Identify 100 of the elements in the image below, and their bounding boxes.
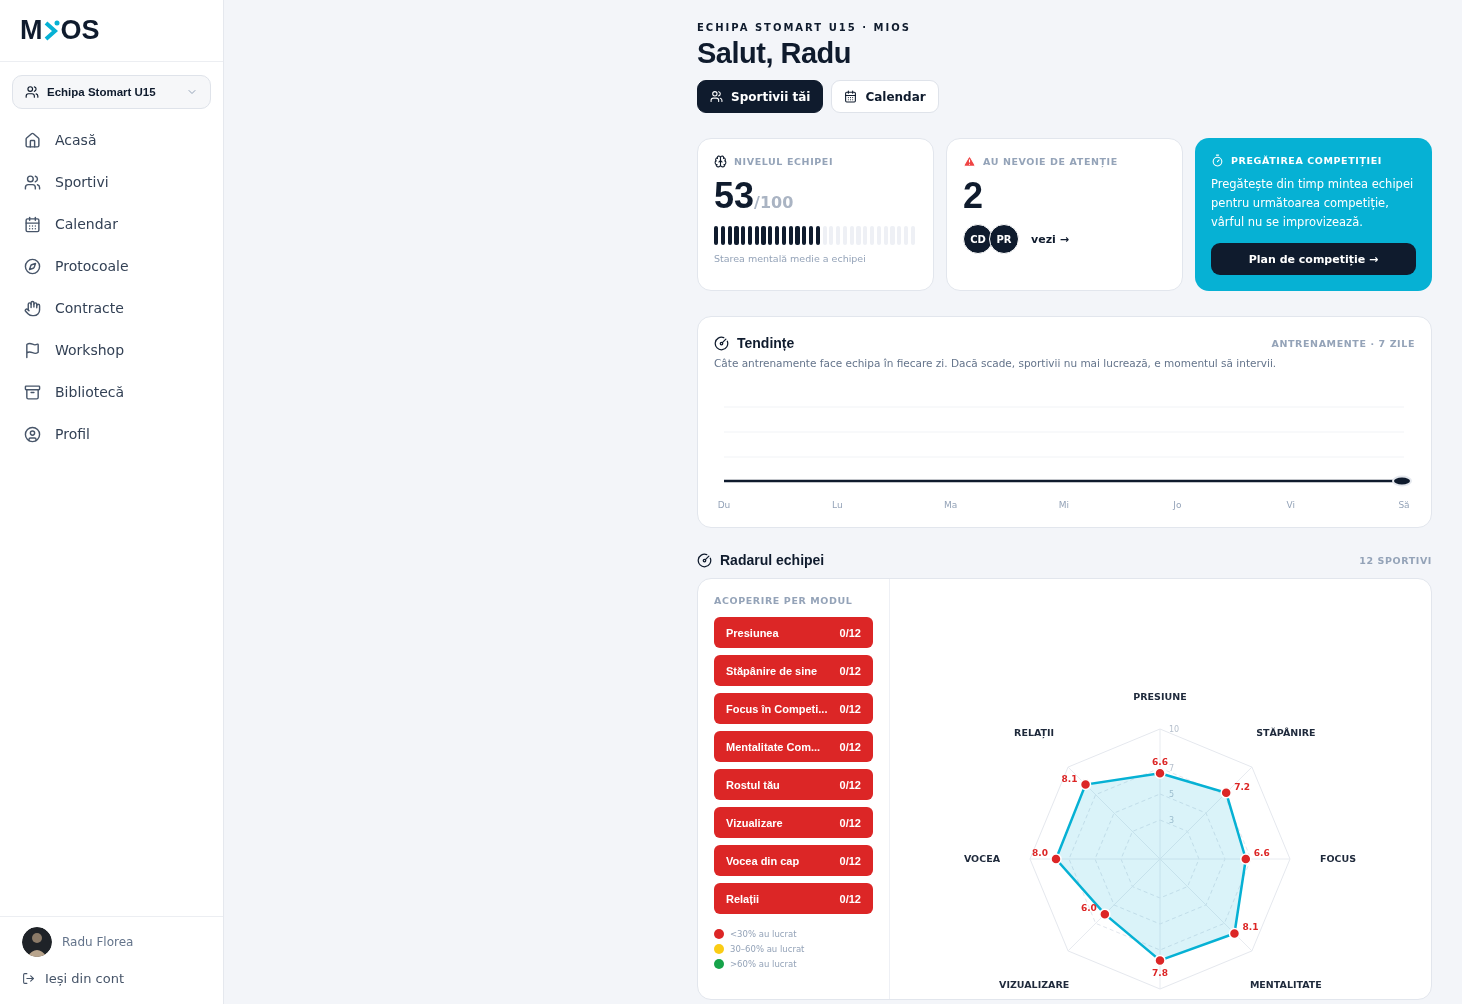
- hand-icon: [24, 299, 41, 317]
- module-name: Relații: [726, 892, 759, 905]
- card-label: AU NEVOIE DE ATENȚIE: [983, 156, 1118, 167]
- radar-point: [1154, 954, 1166, 967]
- section-description: Câte antrenamente face echipa în fiecare zi. Dacă scade, sportivii nu mai lucrează, e momentul să intervii.: [714, 357, 1278, 369]
- nav-item[interactable]: Calendar: [0, 203, 223, 245]
- radar-point: [1154, 767, 1166, 779]
- value-label: 7.8: [1152, 968, 1168, 979]
- page-title: Salut, Radu: [697, 37, 852, 70]
- users-icon: [710, 90, 723, 103]
- module-count: 0/12: [839, 892, 861, 905]
- archive-icon: [24, 383, 41, 401]
- gauge-icon: [697, 552, 712, 568]
- module-name: Mentalitate Com...: [726, 740, 821, 753]
- users-icon: [25, 85, 39, 99]
- initials-avatar: PR: [989, 224, 1019, 254]
- module-count: 0/12: [839, 740, 861, 753]
- avatar: [22, 927, 52, 957]
- axis-label: Vi: [1286, 500, 1295, 510]
- compass-icon: [24, 257, 41, 275]
- home-icon: [24, 131, 41, 149]
- module-count: 0/12: [839, 816, 861, 829]
- axis-label: VIZUALIZARE: [999, 978, 1070, 990]
- flag-icon: [24, 341, 41, 359]
- value-label: 6.6: [1253, 848, 1270, 858]
- module-name: Presiunea: [726, 626, 779, 639]
- module-count: 0/12: [839, 664, 861, 677]
- level-value: 53: [714, 178, 755, 214]
- competition-plan-button[interactable]: Plan de competiție →: [1211, 243, 1416, 275]
- module-count: 0/12: [839, 854, 861, 867]
- calendar-icon: [24, 215, 41, 233]
- module-count: 0/12: [839, 702, 861, 715]
- axis-label: FOCUS: [1320, 853, 1357, 864]
- attention-count: 2: [963, 178, 984, 214]
- nav-item[interactable]: Acasă: [0, 119, 223, 161]
- nav-item[interactable]: Protocoale: [0, 245, 223, 287]
- tab[interactable]: Sportivii tăi: [697, 80, 824, 113]
- tab[interactable]: Calendar: [831, 80, 939, 113]
- ring-label: 10: [1169, 725, 1180, 734]
- axis-label: VOCEA: [963, 853, 1000, 864]
- nav-item[interactable]: Profil: [0, 413, 223, 455]
- section-meta: 12 SPORTIVI: [1359, 554, 1432, 566]
- ring-label: 5: [1169, 790, 1175, 799]
- value-label: 7.2: [1234, 781, 1251, 792]
- axis-label: PRESIUNE: [1133, 691, 1187, 702]
- value-label: 8.0: [1032, 848, 1048, 858]
- radar-point: [1228, 927, 1241, 940]
- user-icon: [24, 425, 41, 443]
- axis-label: RELAȚII: [1014, 727, 1055, 739]
- axis-label: STĂPÂNIRE: [1256, 727, 1316, 739]
- radar-point: [1079, 778, 1092, 791]
- radar-point: [1240, 853, 1252, 865]
- module-name: Stăpânire de sine: [726, 664, 818, 677]
- nav-item[interactable]: Bibliotecă: [0, 371, 223, 413]
- value-label: 8.1: [1242, 922, 1259, 933]
- ring-label: 7: [1169, 764, 1175, 773]
- axis-label: Să: [1398, 500, 1410, 510]
- nav-item[interactable]: Contracte: [0, 287, 223, 329]
- stopwatch-icon: [1211, 154, 1224, 167]
- radar-point: [1099, 908, 1111, 920]
- value-label: 8.1: [1061, 773, 1078, 784]
- nav-item[interactable]: Sportivi: [0, 161, 223, 203]
- card-label: NIVELUL ECHIPEI: [734, 156, 834, 167]
- value-label: 6.6: [1152, 757, 1168, 768]
- users-icon: [24, 173, 41, 191]
- team-subtitle: ECHIPA STOMART U15 · MIOS: [697, 22, 912, 33]
- calendar-icon: [844, 90, 858, 103]
- legend-label: >60% au lucrat: [730, 959, 797, 969]
- team-select[interactable]: Echipa Stomart U15: [12, 75, 211, 109]
- module-name: Focus în Competi...: [726, 702, 828, 715]
- section-title: Tendințe: [737, 335, 795, 351]
- warning-icon: [963, 155, 976, 168]
- module-count: 0/12: [839, 778, 861, 791]
- radar-point: [1220, 787, 1232, 799]
- logout-link[interactable]: Ieși din cont: [22, 971, 201, 986]
- initials-avatar: CD: [963, 224, 993, 254]
- module-name: Rostul tău: [726, 778, 780, 791]
- axis-label: Mi: [1058, 500, 1070, 510]
- radar-point: [1050, 853, 1062, 865]
- legend-label: 30–60% au lucrat: [730, 944, 805, 954]
- module-name: Vizualizare: [726, 816, 783, 829]
- card-label: PREGĂTIREA COMPETIȚIEI: [1231, 155, 1382, 166]
- module-name: Vocea din cap: [726, 854, 800, 867]
- see-link[interactable]: vezi →: [1031, 232, 1069, 246]
- legend-label: <30% au lucrat: [730, 929, 797, 939]
- logout-icon: [22, 972, 35, 985]
- section-meta: ANTRENAMENTE · 7 ZILE: [1271, 337, 1415, 349]
- logo: M OS: [20, 15, 100, 46]
- card-caption: Starea mentală medie a echipei: [714, 253, 867, 264]
- gauge-icon: [714, 335, 729, 351]
- user-name: Radu Florea: [62, 935, 134, 949]
- level-max: /100: [754, 193, 794, 212]
- axis-label: Lu: [832, 500, 843, 510]
- axis-label: MENTALITATE: [1249, 978, 1322, 990]
- axis-label: Jo: [1173, 500, 1182, 510]
- module-count: 0/12: [839, 626, 861, 639]
- value-label: 6.0: [1080, 903, 1097, 914]
- card-text: Pregătește din timp mintea echipei pentru următoarea competiție, vârful nu se improvizează.: [1211, 176, 1415, 231]
- axis-label: Du: [717, 500, 731, 510]
- nav-item[interactable]: Workshop: [0, 329, 223, 371]
